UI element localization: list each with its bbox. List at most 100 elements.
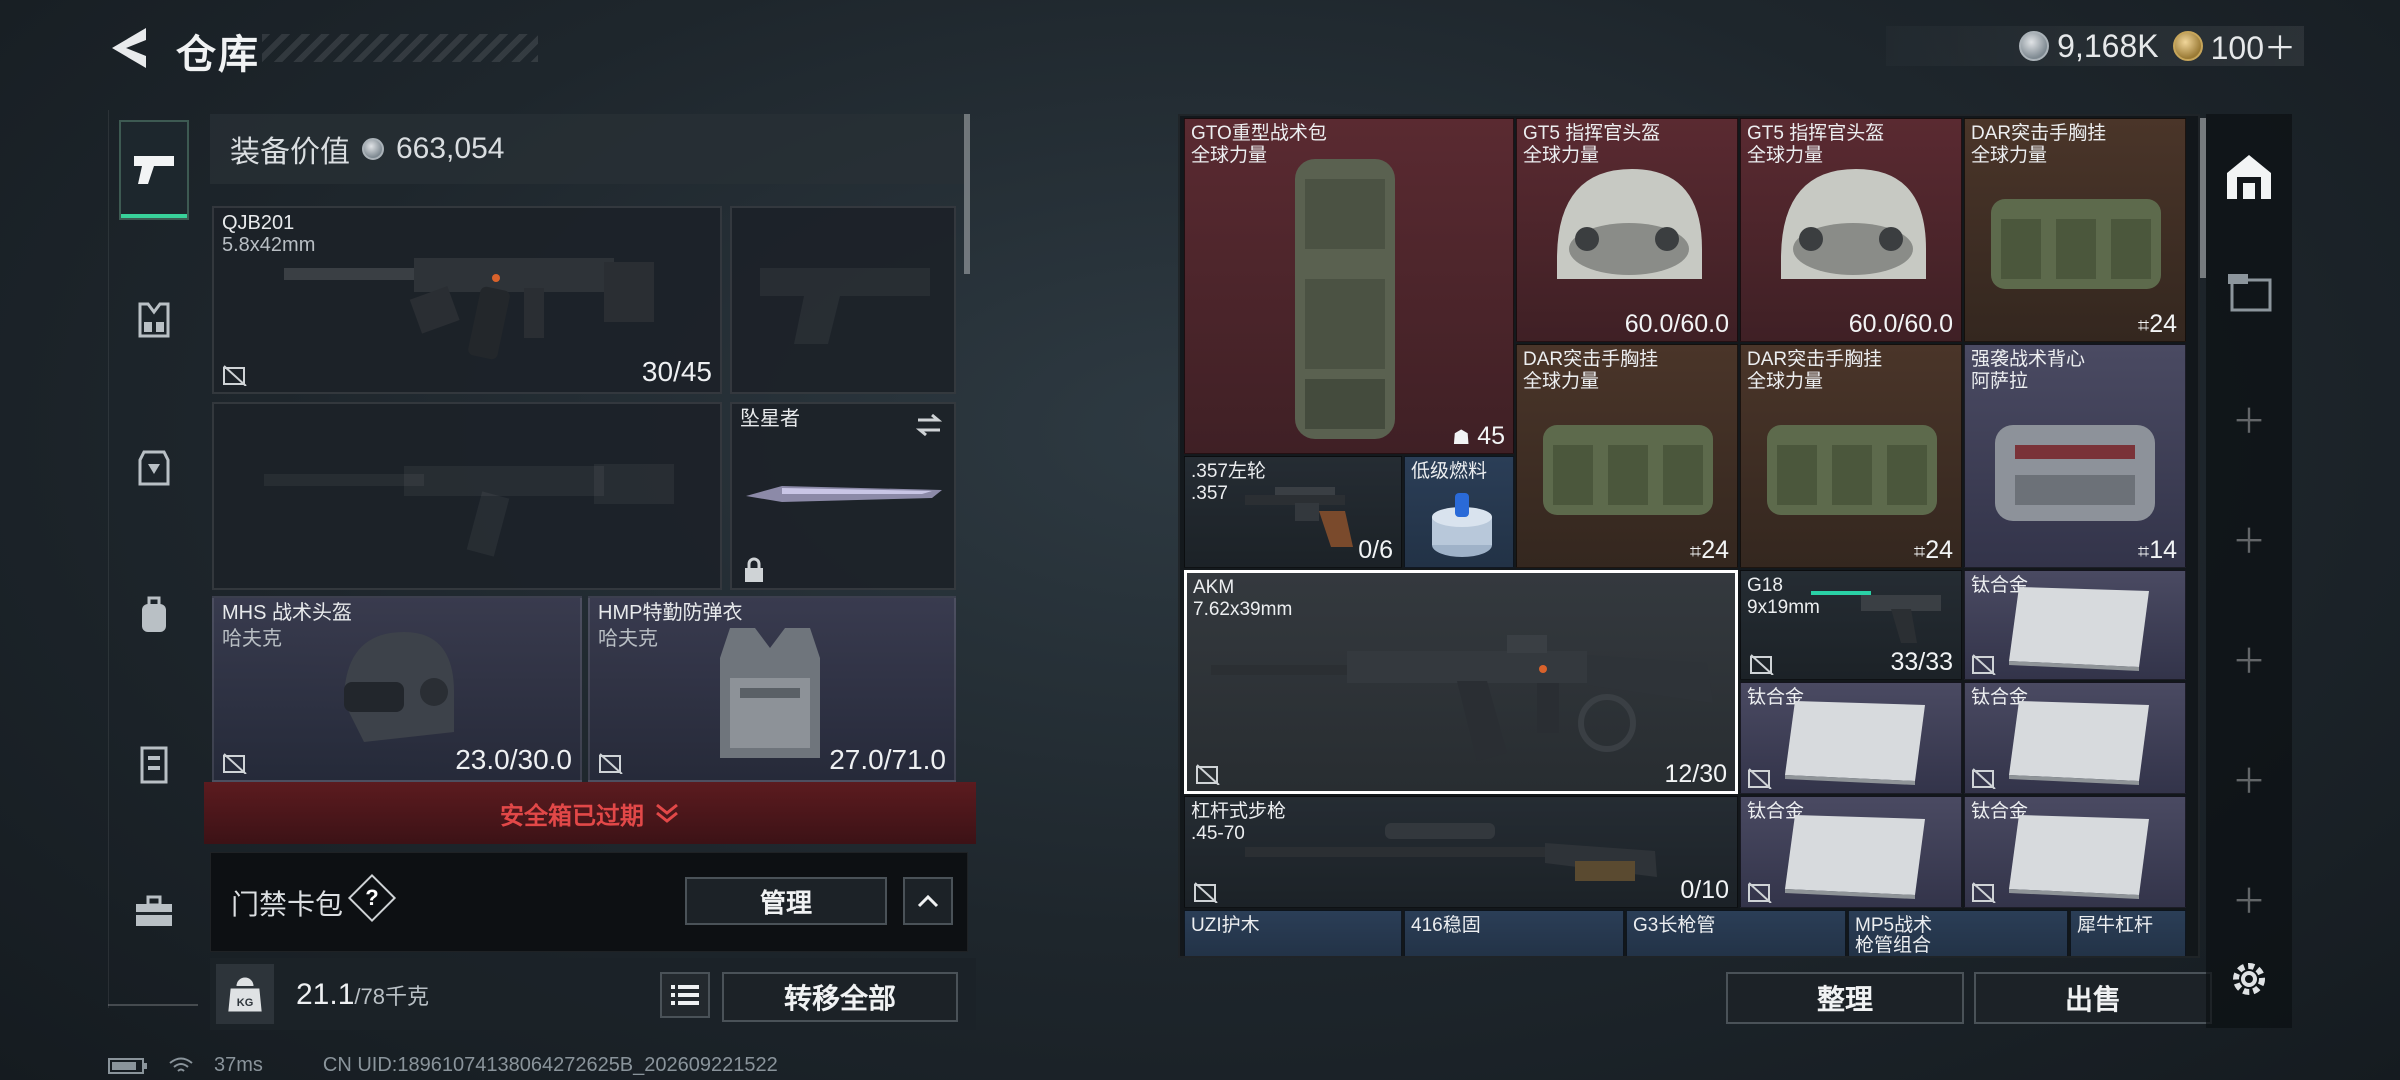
melee-slot[interactable]: 坠星者	[730, 402, 956, 590]
not-insured-icon	[1750, 654, 1774, 675]
chest-rig-icon	[138, 302, 170, 338]
item-sub: .45-70	[1191, 823, 1245, 844]
storage-tab-extension[interactable]	[2218, 260, 2280, 322]
collapse-button[interactable]	[903, 877, 953, 925]
not-insured-icon	[1194, 882, 1218, 903]
storage-item-assault-vest[interactable]: 强袭战术背心 阿萨拉 ⌗14	[1964, 344, 2186, 568]
sort-button[interactable]: 整理	[1726, 972, 1964, 1024]
not-insured-icon	[223, 365, 247, 386]
add-storage-button[interactable]: ＋	[2206, 514, 2292, 563]
storage-item-416-stock[interactable]: 416稳固	[1404, 910, 1624, 956]
storage-item-gt5-helmet[interactable]: GT5 指挥官头盔 全球力量 60.0/60.0	[1516, 118, 1738, 342]
storage-item-titanium[interactable]: 钛合金	[1964, 570, 2186, 680]
storage-item-rhino-lever[interactable]: 犀牛杠杆	[2070, 910, 2186, 956]
loadout-scrollbar[interactable]	[964, 114, 970, 274]
storage-item-low-fuel[interactable]: 低级燃料	[1404, 456, 1514, 568]
rail-item-chest-rig[interactable]	[119, 270, 189, 370]
storage-item-titanium[interactable]: 钛合金	[1964, 682, 2186, 794]
backpack-icon	[1295, 159, 1395, 439]
rail-item-backpack[interactable]	[119, 566, 189, 666]
not-insured-icon	[223, 753, 247, 774]
metal-sheet-icon	[1785, 815, 1925, 899]
storage-item-akm[interactable]: AKM 7.62x39mm 12/30	[1184, 570, 1738, 794]
item-name: MP5战术	[1855, 915, 1933, 936]
rail-divider	[108, 1004, 198, 1006]
transfer-all-button[interactable]: 转移全部	[722, 972, 958, 1022]
item-value-text: 14	[2149, 536, 2177, 564]
item-sub: 全球力量	[1747, 371, 1824, 392]
list-icon	[671, 985, 699, 1005]
case-icon	[140, 746, 168, 784]
storage-item-gt5-helmet[interactable]: GT5 指挥官头盔 全球力量 60.0/60.0	[1740, 118, 1962, 342]
storage-item-mp5-barrel[interactable]: MP5战术 枪管组合	[1848, 910, 2068, 956]
lock-icon	[745, 557, 763, 582]
vest-icon	[720, 628, 820, 758]
rail-item-toolbox[interactable]	[119, 862, 189, 962]
back-arrow-icon	[112, 28, 146, 68]
item-value: 33/33	[1890, 648, 1953, 676]
rail-item-weapons[interactable]	[119, 120, 189, 220]
add-storage-button[interactable]: ＋	[2206, 874, 2292, 923]
swap-icon[interactable]	[914, 412, 944, 438]
item-value-text: 24	[1925, 536, 1953, 564]
back-button[interactable]	[108, 24, 152, 72]
item-value: 60.0/60.0	[1848, 310, 1953, 338]
storage-item-dar-rig[interactable]: DAR突击手胸挂 全球力量 ⌗24	[1964, 118, 2186, 342]
storage-item-lever-rifle[interactable]: 杠杆式步枪 .45-70 0/10	[1184, 796, 1738, 908]
pistol-slot[interactable]	[730, 206, 956, 394]
armor-slot[interactable]: HMP特勤防弹衣 哈夫克 27.0/71.0	[588, 596, 956, 782]
not-insured-icon	[1972, 882, 1996, 903]
item-value-text: 24	[1701, 536, 1729, 564]
manage-button[interactable]: 管理	[685, 877, 887, 925]
storage-item-dar-rig[interactable]: DAR突击手胸挂 全球力量 ⌗24	[1740, 344, 1962, 568]
item-value: 0/6	[1358, 536, 1393, 564]
primary-weapon-ammo: 30/45	[641, 356, 712, 387]
safe-box-status: 安全箱已过期	[500, 802, 644, 830]
kettlebell-icon: KG	[228, 977, 262, 1012]
storage-item-dar-rig[interactable]: DAR突击手胸挂 全球力量 ⌗24	[1516, 344, 1738, 568]
secondary-weapon-slot[interactable]	[212, 402, 722, 590]
rifle-icon	[1245, 823, 1657, 881]
rail-item-armor[interactable]	[119, 418, 189, 518]
rig-icon: ⌗	[2137, 541, 2150, 563]
wifi-icon	[169, 1057, 193, 1072]
storage-tab-main[interactable]	[2218, 146, 2280, 208]
item-name: DAR突击手胸挂	[1747, 349, 1883, 370]
storage-item-titanium[interactable]: 钛合金	[1740, 682, 1962, 794]
uid-text: CN UID:18961074138064272625B_20260922152…	[322, 1054, 778, 1076]
rail-item-case[interactable]	[119, 714, 189, 814]
sell-button[interactable]: 出售	[1974, 972, 2212, 1024]
melee-name: 坠星者	[740, 408, 800, 430]
equip-value-label: 装备价值	[230, 136, 350, 169]
status-bar: 37ms CN UID:18961074138064272625B_202609…	[108, 1054, 778, 1077]
rig-icon: ⌗	[1689, 541, 1702, 563]
add-storage-button[interactable]: ＋	[2206, 394, 2292, 443]
rig-icon: ⌗	[2137, 315, 2150, 337]
add-storage-button[interactable]: ＋	[2206, 754, 2292, 803]
storage-item-uzi-handguard[interactable]: UZI护木	[1184, 910, 1402, 956]
not-insured-icon	[599, 753, 623, 774]
storage-item-titanium[interactable]: 钛合金	[1964, 796, 2186, 908]
battery-icon	[108, 1057, 147, 1074]
chevron-up-icon	[917, 894, 939, 908]
settings-button[interactable]	[2218, 948, 2280, 1010]
weight-bar: KG 21.1/78千克 转移全部	[210, 958, 976, 1030]
storage-item-gto-backpack[interactable]: GTO重型战术包 全球力量 ☗ 45	[1184, 118, 1514, 454]
safe-box-bar[interactable]: 安全箱已过期	[204, 782, 976, 844]
gold-currency[interactable]: 100＋	[2172, 23, 2296, 69]
currency-bar: 9,168K 100＋	[1886, 26, 2304, 66]
silver-currency[interactable]: 9,168K	[2019, 28, 2159, 65]
storage-item-g3-barrel[interactable]: G3长枪管	[1626, 910, 1846, 956]
metal-sheet-icon	[1785, 701, 1925, 785]
not-insured-icon	[1972, 768, 1996, 789]
storage-item-revolver[interactable]: .357左轮 .357 0/6	[1184, 456, 1402, 568]
storage-item-g18[interactable]: G18 9x19mm 33/33	[1740, 570, 1962, 680]
primary-weapon-slot[interactable]: QJB201 5.8x42mm 30/45	[212, 206, 722, 394]
body-armor-icon	[138, 450, 170, 486]
add-storage-button[interactable]: ＋	[2206, 634, 2292, 683]
helmet-slot[interactable]: MHS 战术头盔 哈夫克 23.0/30.0	[212, 596, 582, 782]
list-view-button[interactable]	[660, 972, 710, 1018]
weight-icon: KG	[216, 964, 274, 1024]
item-sub: 全球力量	[1191, 145, 1268, 166]
storage-item-titanium[interactable]: 钛合金	[1740, 796, 1962, 908]
